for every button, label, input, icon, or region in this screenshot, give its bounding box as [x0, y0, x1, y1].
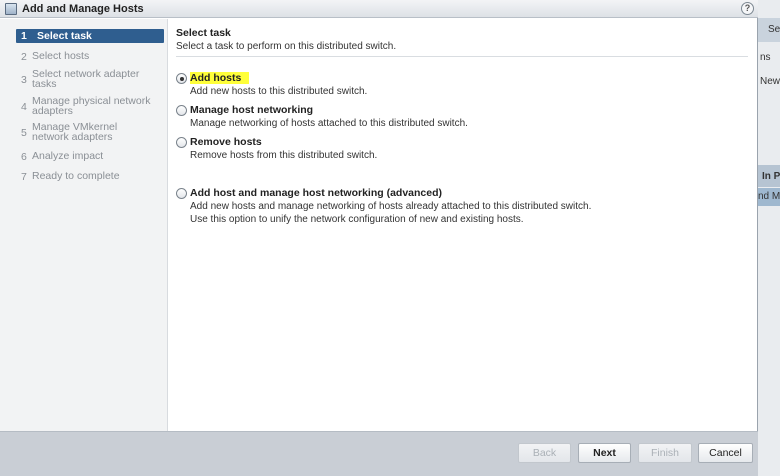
step-label: Select network adapter tasks [32, 68, 140, 90]
step-number: 4 [21, 101, 27, 113]
wizard-step-select-network-adapter-tasks[interactable]: 3 Select network adapter tasks [21, 68, 169, 90]
step-number: 5 [21, 127, 27, 139]
wizard-step-analyze-impact[interactable]: 6 Analyze impact [21, 151, 169, 163]
step-label: Manage physical network adapters [32, 95, 151, 117]
option-label[interactable]: Add hosts [190, 72, 250, 84]
cancel-button[interactable]: Cancel [698, 443, 753, 463]
option-description: Add new hosts to this distributed switch… [190, 86, 368, 97]
background-fragment: ns [760, 52, 771, 63]
step-label: Select task [37, 30, 92, 42]
option-description: Manage networking of hosts attached to t… [190, 118, 468, 129]
background-fragment: Se [768, 24, 780, 35]
add-host-manage-networking-radio[interactable] [176, 188, 187, 199]
option-description: Add new hosts and manage networking of h… [190, 201, 592, 225]
dialog-title: Add and Manage Hosts [22, 2, 144, 15]
background-app-strip: Se ns New In P nd M [758, 0, 780, 476]
next-button[interactable]: Next [578, 443, 631, 463]
manage-host-networking-radio[interactable] [176, 105, 187, 116]
background-fragment: New [760, 76, 780, 87]
step-number: 2 [21, 51, 27, 63]
wizard-step-select-task[interactable]: 1 Select task [16, 29, 164, 43]
dialog-app-icon [5, 2, 17, 15]
step-number: 7 [21, 171, 27, 183]
wizard-step-ready-to-complete[interactable]: 7 Ready to complete [21, 171, 169, 183]
step-label: Manage VMkernel network adapters [32, 121, 118, 143]
wizard-step-manage-vmkernel-network-adapters[interactable]: 5 Manage VMkernel network adapters [21, 121, 169, 143]
help-icon[interactable]: ? [741, 2, 754, 15]
wizard-step-manage-physical-network-adapters[interactable]: 4 Manage physical network adapters [21, 95, 169, 117]
back-button[interactable]: Back [518, 443, 571, 463]
step-number: 1 [21, 30, 27, 42]
finish-button[interactable]: Finish [638, 443, 692, 463]
step-number: 6 [21, 151, 27, 163]
background-fragment: nd M [758, 191, 780, 202]
dialog-titlebar: Add and Manage Hosts ? [0, 0, 758, 18]
add-hosts-radio[interactable] [176, 73, 187, 84]
page-title: Select task [176, 27, 231, 39]
dialog-footer: Back Next Finish Cancel [0, 431, 758, 476]
step-label: Select hosts [32, 50, 90, 62]
header-divider [176, 56, 748, 57]
remove-hosts-radio[interactable] [176, 137, 187, 148]
page-subtitle: Select a task to perform on this distrib… [176, 41, 397, 52]
step-label: Ready to complete [32, 170, 120, 182]
option-label[interactable]: Manage host networking [190, 104, 313, 116]
step-label: Analyze impact [32, 150, 104, 162]
option-description: Remove hosts from this distributed switc… [190, 150, 378, 161]
background-fragment: In P [762, 171, 780, 182]
wizard-content: Select task Select a task to perform on … [169, 19, 757, 431]
wizard-steps-nav: 1 Select task 2 Select hosts 3 Select ne… [0, 19, 168, 431]
option-label[interactable]: Remove hosts [190, 136, 262, 148]
step-number: 3 [21, 74, 27, 86]
option-label[interactable]: Add host and manage host networking (adv… [190, 187, 442, 199]
wizard-step-select-hosts[interactable]: 2 Select hosts [21, 51, 169, 63]
add-manage-hosts-dialog: Add and Manage Hosts ? 1 Select task 2 S… [0, 0, 758, 476]
